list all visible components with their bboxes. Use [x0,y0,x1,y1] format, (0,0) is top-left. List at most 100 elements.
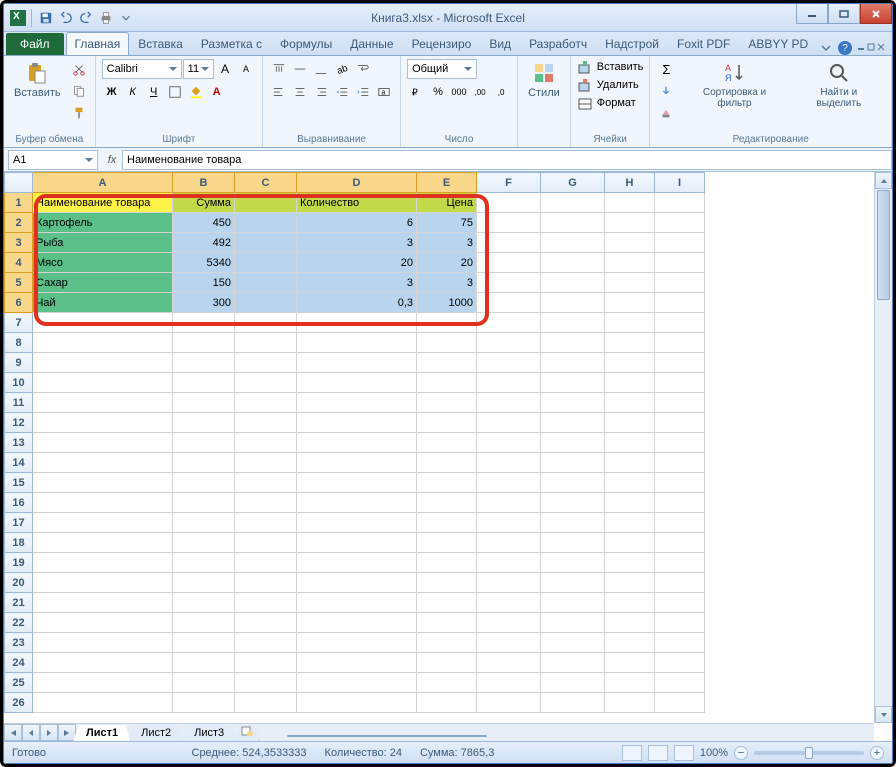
cell-A15[interactable] [33,473,173,493]
maximize-button[interactable] [828,4,860,24]
cell-E9[interactable] [417,353,477,373]
cell-A18[interactable] [33,533,173,553]
minimize-ribbon-icon[interactable] [820,42,832,54]
cell-G21[interactable] [541,593,605,613]
cell-C15[interactable] [235,473,297,493]
tab-data[interactable]: Данные [341,32,402,55]
cell-A4[interactable]: Мясо [33,253,173,273]
tab-layout[interactable]: Разметка с [192,32,271,55]
fx-icon[interactable]: fx [102,154,122,166]
cell-I5[interactable] [655,273,705,293]
cell-I8[interactable] [655,333,705,353]
cell-G11[interactable] [541,393,605,413]
cell-E20[interactable] [417,573,477,593]
cell-A1[interactable]: Наименование товара [33,193,173,213]
cell-B7[interactable] [173,313,235,333]
cell-H18[interactable] [605,533,655,553]
cell-E6[interactable]: 1000 [417,293,477,313]
row-header-10[interactable]: 10 [5,373,33,393]
cell-H7[interactable] [605,313,655,333]
cell-A14[interactable] [33,453,173,473]
row-header-21[interactable]: 21 [5,593,33,613]
cell-C26[interactable] [235,693,297,713]
cell-C7[interactable] [235,313,297,333]
cell-H11[interactable] [605,393,655,413]
row-header-11[interactable]: 11 [5,393,33,413]
cell-A17[interactable] [33,513,173,533]
view-layout-icon[interactable] [648,745,668,761]
cell-E18[interactable] [417,533,477,553]
clear-icon[interactable] [656,103,676,123]
cell-H14[interactable] [605,453,655,473]
wrap-text-icon[interactable] [353,59,373,79]
cell-D2[interactable]: 6 [297,213,417,233]
cell-I21[interactable] [655,593,705,613]
cell-F26[interactable] [477,693,541,713]
cell-C23[interactable] [235,633,297,653]
cell-I24[interactable] [655,653,705,673]
cell-I15[interactable] [655,473,705,493]
fill-color-icon[interactable] [186,82,206,102]
cell-E26[interactable] [417,693,477,713]
cell-I6[interactable] [655,293,705,313]
merge-icon[interactable]: a [374,82,394,102]
tab-addins[interactable]: Надстрой [596,32,668,55]
cell-H19[interactable] [605,553,655,573]
cell-C14[interactable] [235,453,297,473]
col-header-I[interactable]: I [655,173,705,193]
cell-H23[interactable] [605,633,655,653]
redo-icon[interactable] [77,9,95,27]
cell-F3[interactable] [477,233,541,253]
cell-D9[interactable] [297,353,417,373]
cell-B6[interactable]: 300 [173,293,235,313]
cell-G17[interactable] [541,513,605,533]
cell-C9[interactable] [235,353,297,373]
cell-F24[interactable] [477,653,541,673]
cell-I11[interactable] [655,393,705,413]
new-sheet-icon[interactable] [234,724,260,742]
cell-A9[interactable] [33,353,173,373]
cell-A20[interactable] [33,573,173,593]
cell-E11[interactable] [417,393,477,413]
cell-D11[interactable] [297,393,417,413]
cell-B24[interactable] [173,653,235,673]
grow-font-icon[interactable]: A [215,59,235,79]
cell-B9[interactable] [173,353,235,373]
cell-D21[interactable] [297,593,417,613]
cell-I20[interactable] [655,573,705,593]
cell-B4[interactable]: 5340 [173,253,235,273]
cell-H21[interactable] [605,593,655,613]
cell-B2[interactable]: 450 [173,213,235,233]
cell-G2[interactable] [541,213,605,233]
shrink-font-icon[interactable]: A [236,59,256,79]
cell-E22[interactable] [417,613,477,633]
cell-A21[interactable] [33,593,173,613]
cell-D12[interactable] [297,413,417,433]
cell-F6[interactable] [477,293,541,313]
cell-B23[interactable] [173,633,235,653]
tab-view[interactable]: Вид [480,32,520,55]
cell-H12[interactable] [605,413,655,433]
cell-D15[interactable] [297,473,417,493]
align-right-icon[interactable] [311,82,331,102]
cell-B18[interactable] [173,533,235,553]
minimize-button[interactable] [796,4,828,24]
cell-C21[interactable] [235,593,297,613]
tab-home[interactable]: Главная [66,32,130,55]
cell-E14[interactable] [417,453,477,473]
currency-icon[interactable]: ₽ [407,82,427,102]
cell-H17[interactable] [605,513,655,533]
cell-B13[interactable] [173,433,235,453]
cell-F14[interactable] [477,453,541,473]
cell-G10[interactable] [541,373,605,393]
col-header-E[interactable]: E [417,173,477,193]
cell-B19[interactable] [173,553,235,573]
cell-B25[interactable] [173,673,235,693]
row-header-20[interactable]: 20 [5,573,33,593]
cell-H1[interactable] [605,193,655,213]
cell-A16[interactable] [33,493,173,513]
row-header-13[interactable]: 13 [5,433,33,453]
cell-H6[interactable] [605,293,655,313]
cell-F1[interactable] [477,193,541,213]
paste-button[interactable]: Вставить [10,59,65,101]
